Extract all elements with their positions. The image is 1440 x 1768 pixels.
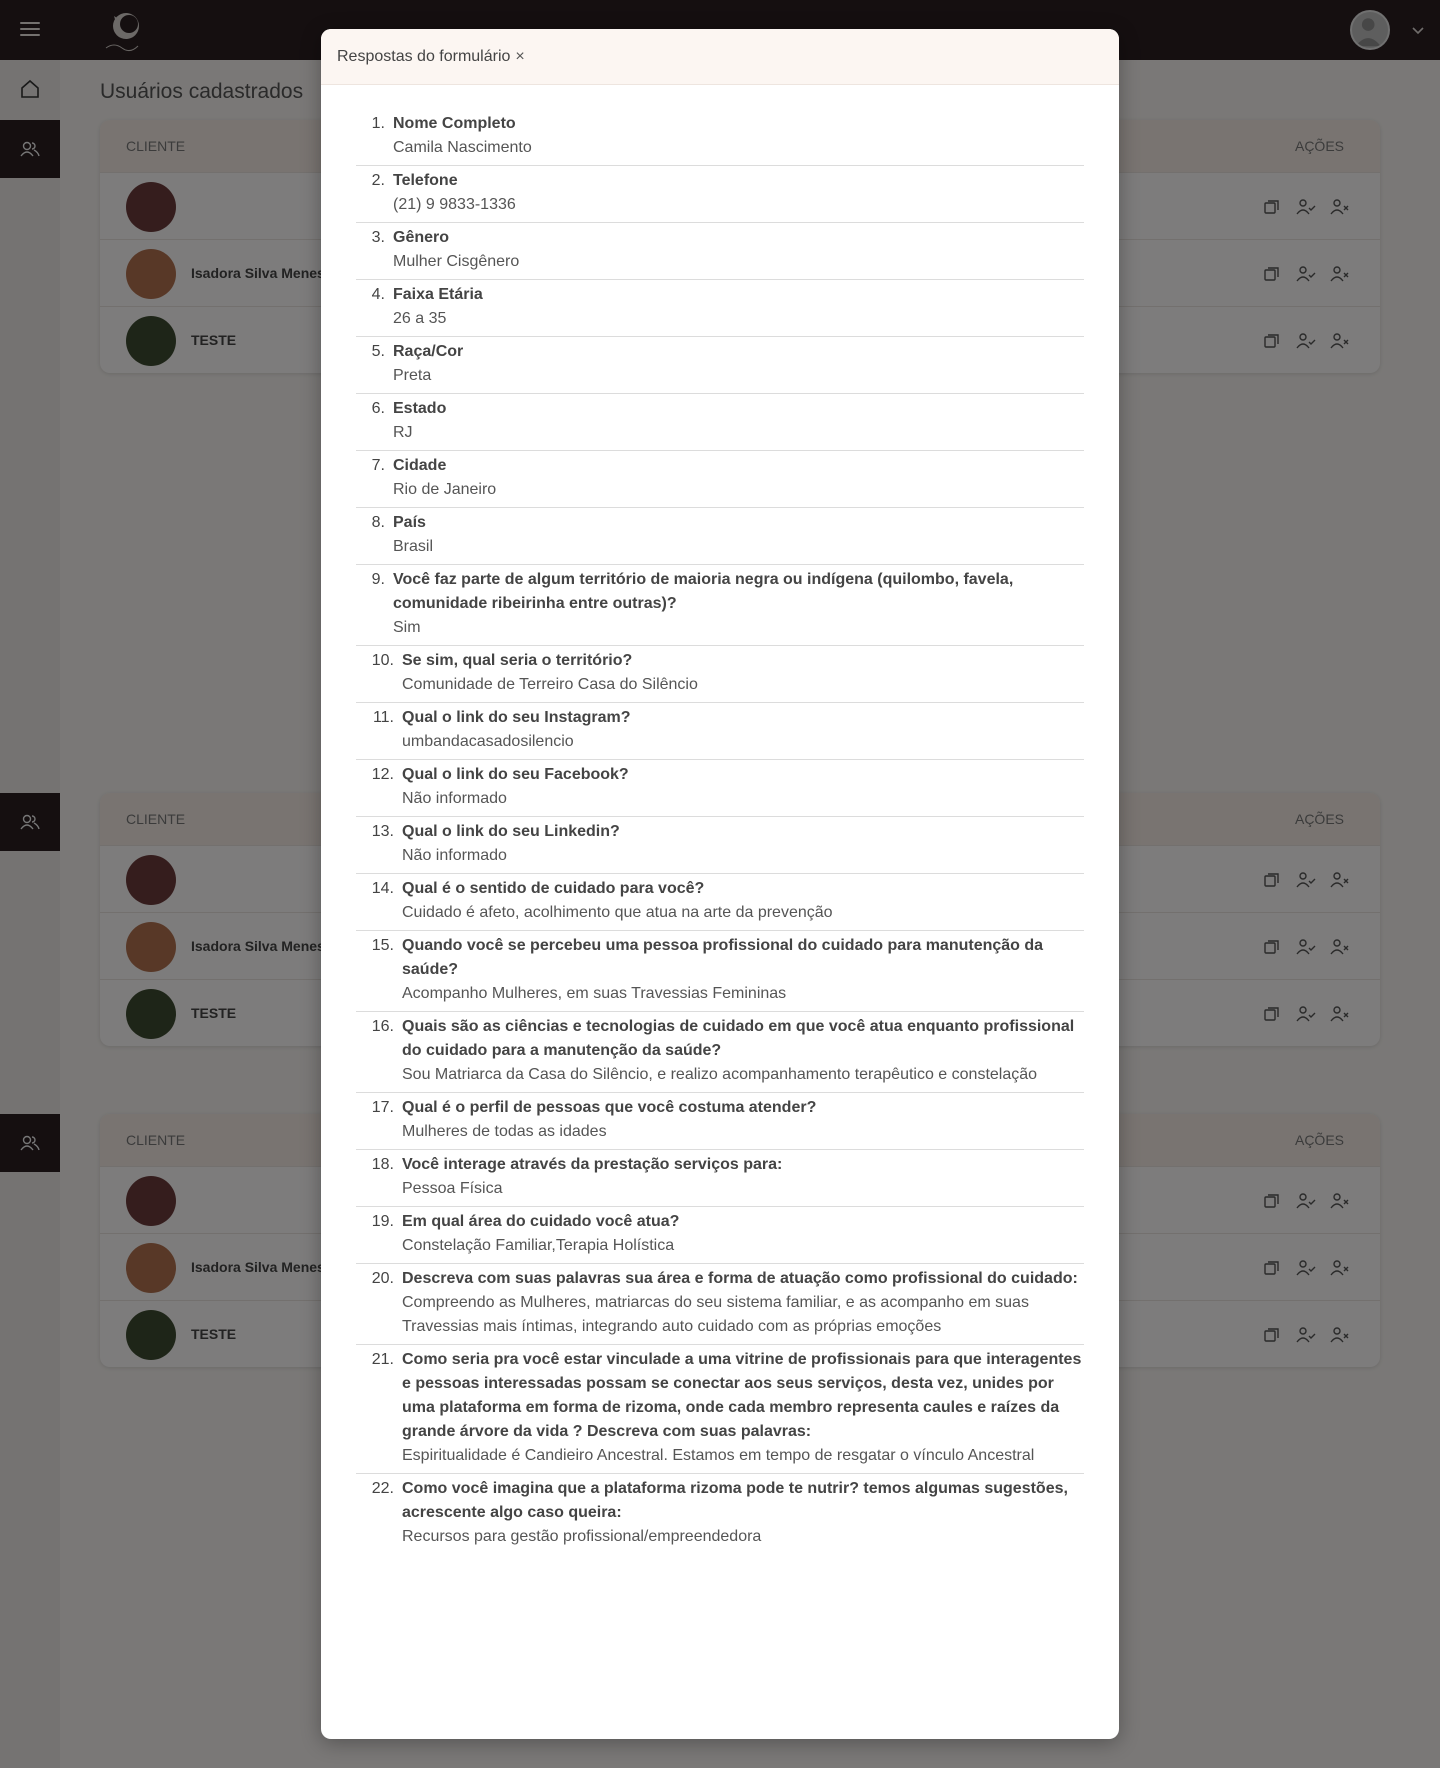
list-item: 21. Como seria pra você estar vinculade … <box>356 1345 1084 1474</box>
close-icon[interactable]: × <box>515 48 524 66</box>
item-number: 5. <box>371 343 385 360</box>
answer: Sim <box>393 619 421 636</box>
answer: Rio de Janeiro <box>393 481 497 498</box>
list-item: 9. Você faz parte de algum território de… <box>356 565 1084 646</box>
question: Gênero <box>393 229 450 246</box>
item-number: 17. <box>371 1099 394 1116</box>
item-number: 7. <box>371 457 385 474</box>
item-number: 1. <box>371 115 385 132</box>
list-item: 11. Qual o link do seu Instagram? umband… <box>356 703 1084 760</box>
item-number: 19. <box>371 1213 394 1230</box>
answer: Cuidado é afeto, acolhimento que atua na… <box>402 904 833 921</box>
item-number: 16. <box>371 1018 394 1035</box>
list-item: 19. Em qual área do cuidado você atua? C… <box>356 1207 1084 1264</box>
responses-list: 1. Nome Completo Camila Nascimento 2. Te… <box>356 109 1084 1554</box>
list-item: 18. Você interage através da prestação s… <box>356 1150 1084 1207</box>
question: Cidade <box>393 457 447 474</box>
item-number: 9. <box>371 571 385 588</box>
question: Estado <box>393 400 447 417</box>
list-item: 17. Qual é o perfil de pessoas que você … <box>356 1093 1084 1150</box>
question: Qual é o perfil de pessoas que você cost… <box>402 1099 817 1116</box>
item-number: 2. <box>371 172 385 189</box>
question: Qual é o sentido de cuidado para você? <box>402 880 705 897</box>
item-number: 22. <box>371 1480 394 1497</box>
answer: Não informado <box>402 790 507 807</box>
question: Qual o link do seu Instagram? <box>402 709 631 726</box>
question: Faixa Etária <box>393 286 483 303</box>
question: Quais são as ciências e tecnologias de c… <box>402 1018 1075 1059</box>
item-number: 8. <box>371 514 385 531</box>
list-item: 10. Se sim, qual seria o território? Com… <box>356 646 1084 703</box>
list-item: 5. Raça/Cor Preta <box>356 337 1084 394</box>
answer: Constelação Familiar,Terapia Holística <box>402 1237 675 1254</box>
list-item: 1. Nome Completo Camila Nascimento <box>356 109 1084 166</box>
item-number: 4. <box>371 286 385 303</box>
list-item: 7. Cidade Rio de Janeiro <box>356 451 1084 508</box>
answer: Preta <box>393 367 432 384</box>
list-item: 15. Quando você se percebeu uma pessoa p… <box>356 931 1084 1012</box>
list-item: 20. Descreva com suas palavras sua área … <box>356 1264 1084 1345</box>
item-number: 12. <box>371 766 394 783</box>
answer: RJ <box>393 424 413 441</box>
answer: Comunidade de Terreiro Casa do Silêncio <box>402 676 698 693</box>
item-number: 15. <box>371 937 394 954</box>
answer: Compreendo as Mulheres, matriarcas do se… <box>402 1294 1029 1335</box>
answer: Mulher Cisgênero <box>393 253 520 270</box>
answer: Sou Matriarca da Casa do Silêncio, e rea… <box>402 1066 1038 1083</box>
question: Você faz parte de algum território de ma… <box>393 571 1014 612</box>
question: Qual o link do seu Facebook? <box>402 766 629 783</box>
answer: umbandacasadosilencio <box>402 733 574 750</box>
item-number: 11. <box>372 709 394 726</box>
question: Em qual área do cuidado você atua? <box>402 1213 680 1230</box>
list-item: 3. Gênero Mulher Cisgênero <box>356 223 1084 280</box>
question: Se sim, qual seria o território? <box>402 652 633 669</box>
form-responses-modal: Respostas do formulário × 1. Nome Comple… <box>321 29 1119 1739</box>
answer: Camila Nascimento <box>393 139 532 156</box>
list-item: 13. Qual o link do seu Linkedin? Não inf… <box>356 817 1084 874</box>
list-item: 12. Qual o link do seu Facebook? Não inf… <box>356 760 1084 817</box>
answer: 26 a 35 <box>393 310 447 327</box>
question: Como você imagina que a plataforma rizom… <box>402 1480 1068 1521</box>
item-number: 10. <box>371 652 394 669</box>
answer: Espiritualidade é Candieiro Ancestral. E… <box>402 1447 1035 1464</box>
answer: (21) 9 9833-1336 <box>393 196 516 213</box>
list-item: 4. Faixa Etária 26 a 35 <box>356 280 1084 337</box>
question: Qual o link do seu Linkedin? <box>402 823 620 840</box>
answer: Pessoa Física <box>402 1180 503 1197</box>
question: País <box>393 514 426 531</box>
question: Descreva com suas palavras sua área e fo… <box>402 1270 1078 1287</box>
list-item: 6. Estado RJ <box>356 394 1084 451</box>
item-number: 14. <box>371 880 394 897</box>
answer: Acompanho Mulheres, em suas Travessias F… <box>402 985 787 1002</box>
answer: Mulheres de todas as idades <box>402 1123 607 1140</box>
item-number: 21. <box>371 1351 394 1368</box>
question: Quando você se percebeu uma pessoa profi… <box>402 937 1044 978</box>
question: Nome Completo <box>393 115 516 132</box>
item-number: 20. <box>371 1270 394 1287</box>
list-item: 2. Telefone (21) 9 9833-1336 <box>356 166 1084 223</box>
question: Você interage através da prestação servi… <box>402 1156 783 1173</box>
item-number: 6. <box>371 400 385 417</box>
modal-title: Respostas do formulário <box>337 47 511 65</box>
list-item: 16. Quais são as ciências e tecnologias … <box>356 1012 1084 1093</box>
item-number: 13. <box>371 823 394 840</box>
list-item: 22. Como você imagina que a plataforma r… <box>356 1474 1084 1554</box>
item-number: 3. <box>371 229 385 246</box>
item-number: 18. <box>371 1156 394 1173</box>
modal-header: Respostas do formulário × <box>321 29 1119 85</box>
answer: Recursos para gestão profissional/empree… <box>402 1528 762 1545</box>
question: Telefone <box>393 172 458 189</box>
question: Como seria pra você estar vinculade a um… <box>402 1351 1082 1440</box>
answer: Não informado <box>402 847 507 864</box>
list-item: 14. Qual é o sentido de cuidado para voc… <box>356 874 1084 931</box>
list-item: 8. País Brasil <box>356 508 1084 565</box>
answer: Brasil <box>393 538 434 555</box>
question: Raça/Cor <box>393 343 464 360</box>
